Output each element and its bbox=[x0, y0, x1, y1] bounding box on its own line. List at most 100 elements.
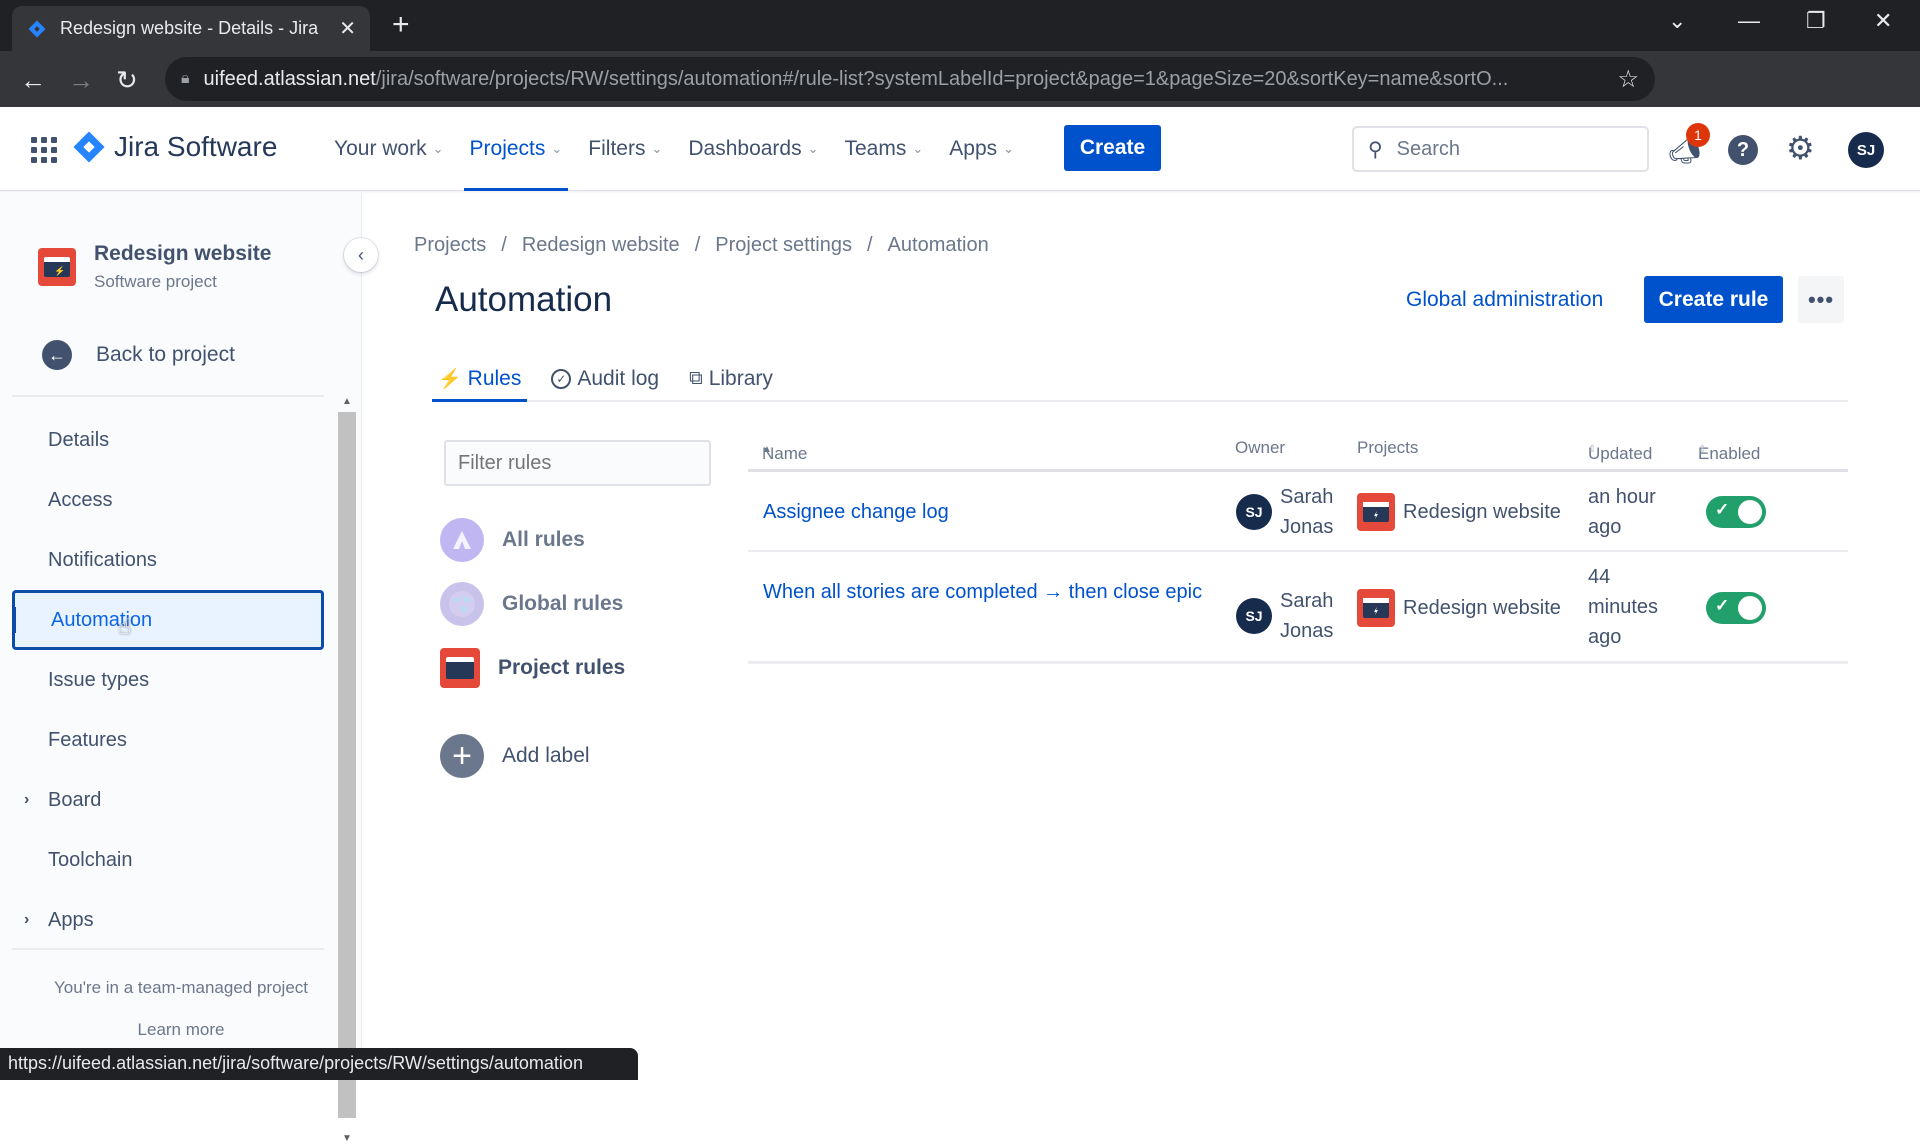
minimize-icon[interactable]: — bbox=[1738, 8, 1760, 34]
learn-more-link[interactable]: Learn more bbox=[0, 1020, 362, 1040]
add-label-button[interactable]: + Add label bbox=[440, 734, 590, 778]
back-icon[interactable]: ← bbox=[20, 65, 46, 96]
help-icon[interactable]: ? bbox=[1728, 135, 1758, 165]
divider bbox=[12, 395, 324, 397]
sidebar-item-issue-types[interactable]: Issue types bbox=[12, 650, 324, 710]
sidebar-item-label: Toolchain bbox=[48, 848, 133, 871]
divider bbox=[12, 948, 324, 950]
search-icon: ⚲ bbox=[1368, 138, 1383, 161]
check-icon: ✓ bbox=[1715, 596, 1730, 615]
owner-name: Sarah Jonas bbox=[1280, 486, 1334, 538]
label-text: Project rules bbox=[498, 656, 626, 679]
create-button[interactable]: Create bbox=[1064, 125, 1161, 171]
tab-rules[interactable]: ⚡ Rules bbox=[432, 358, 528, 402]
breadcrumb-projects[interactable]: Projects bbox=[414, 234, 486, 257]
project-name[interactable]: Redesign website bbox=[1403, 501, 1561, 524]
tab-label: Library bbox=[708, 367, 773, 390]
user-avatar[interactable]: SJ bbox=[1848, 132, 1884, 168]
rule-name-link[interactable]: When all stories are completed → then cl… bbox=[763, 577, 1203, 607]
new-tab-button[interactable]: + bbox=[392, 10, 410, 40]
sidebar-item-label: Access bbox=[48, 488, 113, 511]
sidebar-item-features[interactable]: Features bbox=[12, 710, 324, 770]
sidebar-item-access[interactable]: Access bbox=[12, 470, 324, 530]
label-text: Global rules bbox=[502, 592, 624, 615]
nav-apps[interactable]: Apps ⌄ bbox=[939, 107, 1024, 191]
sort-asc-icon: ▲ bbox=[762, 444, 772, 455]
arrow-left-icon: ← bbox=[42, 340, 72, 370]
jira-diamond-icon bbox=[73, 131, 105, 163]
nav-dashboards[interactable]: Dashboards ⌄ bbox=[678, 107, 828, 191]
close-tab-icon[interactable]: ✕ bbox=[339, 16, 356, 41]
project-icon bbox=[1357, 493, 1395, 531]
lock-icon: 🔒︎ bbox=[181, 70, 190, 87]
app-switcher-icon[interactable] bbox=[31, 137, 57, 163]
jira-logo[interactable]: Jira Software bbox=[73, 131, 277, 163]
tab-label: Audit log bbox=[577, 367, 660, 390]
nav-teams[interactable]: Teams ⌄ bbox=[835, 107, 934, 191]
global-administration-link[interactable]: Global administration bbox=[1406, 288, 1603, 312]
breadcrumb-separator: / bbox=[866, 234, 873, 256]
sidebar-item-toolchain[interactable]: Toolchain bbox=[12, 830, 324, 890]
plus-icon: + bbox=[440, 734, 484, 778]
project-icon bbox=[1357, 589, 1395, 627]
scroll-up-icon[interactable]: ▲ bbox=[342, 396, 352, 407]
more-actions-button[interactable]: ••• bbox=[1798, 276, 1844, 323]
url-path: /jira/software/projects/RW/settings/auto… bbox=[375, 67, 1509, 90]
breadcrumb-automation[interactable]: Automation bbox=[888, 234, 989, 257]
reload-icon[interactable]: ↻ bbox=[116, 65, 138, 96]
create-rule-button[interactable]: Create rule bbox=[1644, 276, 1783, 323]
restore-icon[interactable]: ❐ bbox=[1806, 8, 1826, 34]
column-header-owner: Owner bbox=[1235, 438, 1286, 457]
sidebar-item-notifications[interactable]: Notifications bbox=[12, 530, 324, 590]
browser-tab-bar: Redesign website - Details - Jira ✕ + ⌄ … bbox=[0, 0, 1920, 51]
sidebar-item-automation[interactable]: Automation bbox=[12, 590, 324, 650]
forward-icon[interactable]: → bbox=[68, 65, 94, 96]
breadcrumb-separator: / bbox=[501, 234, 507, 256]
url-bar[interactable]: 🔒︎ uifeed.atlassian.net /jira/software/p… bbox=[165, 57, 1655, 101]
sidebar-item-board[interactable]: › Board bbox=[12, 770, 324, 830]
label-all-rules[interactable]: All rules bbox=[440, 508, 625, 572]
nav-projects[interactable]: Projects ⌄ bbox=[460, 107, 573, 191]
notification-badge: 1 bbox=[1686, 123, 1710, 147]
search-input[interactable]: ⚲ Search bbox=[1352, 126, 1649, 172]
automation-tabs: ⚡ Rules ✓ Audit log ⧉ Library bbox=[432, 358, 1848, 402]
sidebar-item-apps[interactable]: › Apps bbox=[12, 890, 324, 950]
filter-rules-input[interactable] bbox=[444, 440, 711, 486]
breadcrumb-project-settings[interactable]: Project settings bbox=[715, 234, 852, 257]
bookmark-star-icon[interactable]: ☆ bbox=[1617, 65, 1639, 94]
browser-tab[interactable]: Redesign website - Details - Jira ✕ bbox=[12, 6, 370, 51]
settings-menu: Details Access Notifications Automation … bbox=[12, 410, 324, 950]
search-placeholder: Search bbox=[1396, 137, 1461, 160]
check-icon: ✓ bbox=[1715, 500, 1730, 519]
scroll-down-icon[interactable]: ▼ bbox=[342, 1133, 352, 1144]
scrollbar-thumb[interactable] bbox=[338, 412, 356, 1118]
nav-label: Filters bbox=[588, 137, 646, 160]
breadcrumb-project[interactable]: Redesign website bbox=[522, 234, 680, 257]
tab-audit-log[interactable]: ✓ Audit log bbox=[545, 358, 665, 400]
sidebar-item-label: Board bbox=[48, 788, 102, 811]
enabled-toggle[interactable]: ✓ bbox=[1706, 592, 1766, 624]
mouse-pointer-icon: ☝︎ bbox=[118, 614, 132, 639]
back-to-project-link[interactable]: ← Back to project bbox=[42, 340, 235, 370]
enabled-toggle[interactable]: ✓ bbox=[1706, 496, 1766, 528]
project-name[interactable]: Redesign website bbox=[1403, 597, 1561, 620]
rule-name-link[interactable]: Assignee change log bbox=[763, 497, 1203, 527]
rule-owner: SJ Sarah Jonas bbox=[1236, 586, 1340, 646]
nav-filters[interactable]: Filters ⌄ bbox=[578, 107, 672, 191]
collapse-sidebar-button[interactable]: ‹ bbox=[344, 238, 378, 272]
chevron-down-icon: ⌄ bbox=[651, 141, 663, 156]
nav-label: Apps bbox=[949, 137, 998, 160]
nav-your-work[interactable]: Your work ⌄ bbox=[324, 107, 454, 191]
table-header: Name ▲ Owner Projects Updated ⇕ Enabled … bbox=[748, 432, 1848, 472]
updated-time: 44 minutes ago bbox=[1588, 566, 1659, 648]
settings-gear-icon[interactable]: ⚙ bbox=[1786, 129, 1815, 167]
label-project-rules[interactable]: Project rules bbox=[440, 636, 625, 700]
tab-library[interactable]: ⧉ Library bbox=[683, 358, 779, 400]
project-header: ⚡ Redesign website Software project bbox=[38, 242, 271, 292]
project-name: Redesign website bbox=[94, 242, 272, 265]
atlassian-icon bbox=[440, 518, 484, 562]
tab-search-icon[interactable]: ⌄ bbox=[1668, 8, 1686, 34]
sidebar-item-details[interactable]: Details bbox=[12, 410, 324, 470]
close-window-icon[interactable]: ✕ bbox=[1874, 8, 1892, 34]
label-global-rules[interactable]: Global rules bbox=[440, 572, 625, 636]
